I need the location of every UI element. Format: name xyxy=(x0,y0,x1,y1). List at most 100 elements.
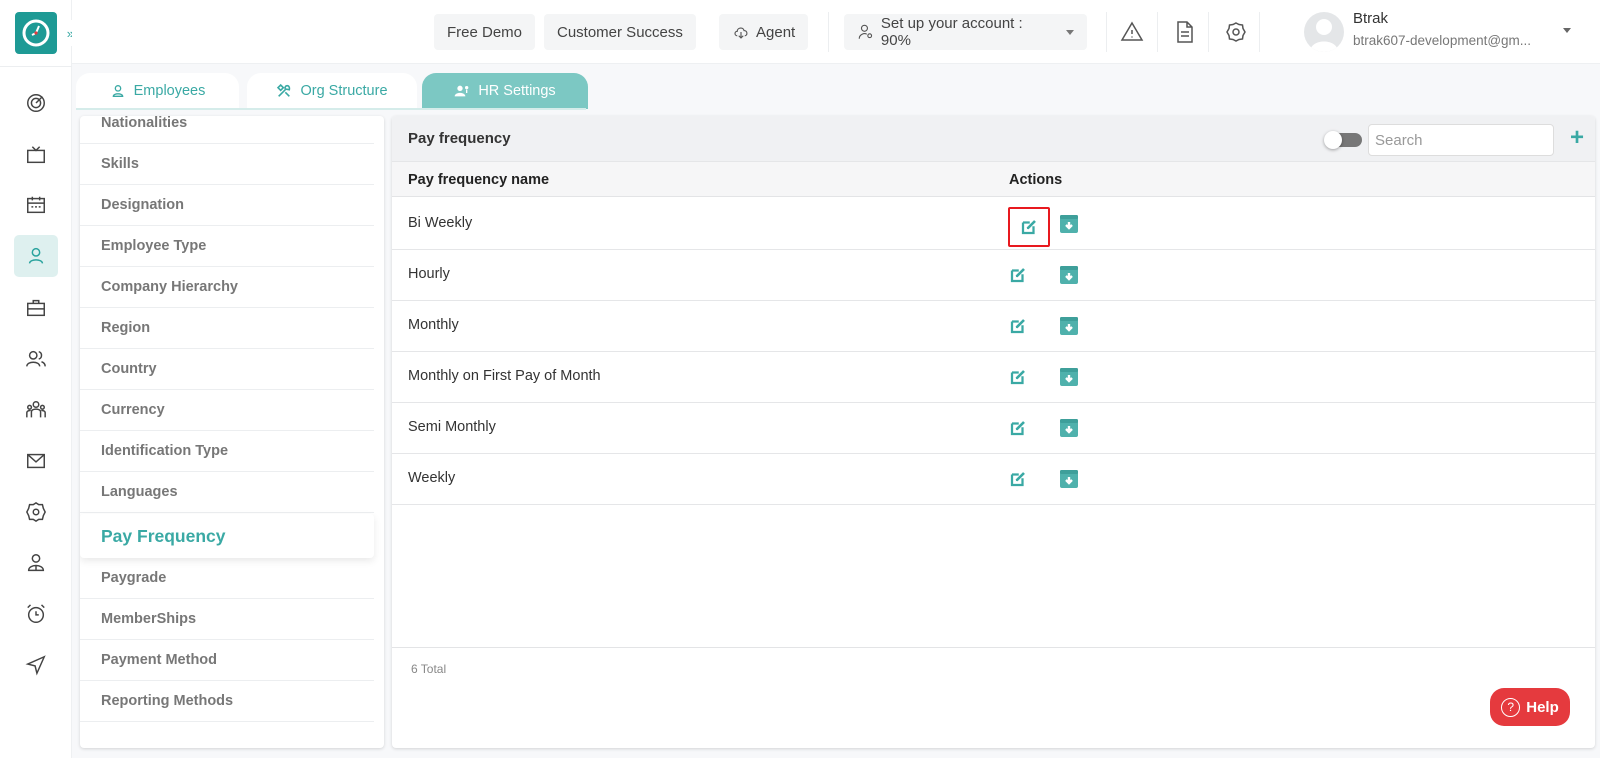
add-pay-frequency-button[interactable]: + xyxy=(1566,124,1588,151)
archive-button[interactable] xyxy=(1059,316,1079,336)
edit-icon xyxy=(1009,266,1027,284)
tv-icon xyxy=(27,146,45,164)
alerts-button[interactable] xyxy=(1120,20,1144,44)
column-header-name[interactable]: Pay frequency name xyxy=(408,172,549,188)
tab-hr-settings[interactable]: HR Settings xyxy=(422,73,588,109)
rail-item-briefcase[interactable] xyxy=(14,287,58,329)
edit-button[interactable] xyxy=(1007,264,1029,286)
toggle-knob xyxy=(1324,131,1342,149)
settings-button[interactable] xyxy=(1224,20,1248,44)
menu-item-pay-frequency[interactable]: Pay Frequency xyxy=(80,514,374,558)
mail-icon xyxy=(27,453,45,469)
rail-item-settings[interactable] xyxy=(14,491,58,533)
table-header: Pay frequency name Actions xyxy=(392,162,1595,197)
edit-icon xyxy=(1009,368,1027,386)
agent-button[interactable]: Agent xyxy=(719,14,809,50)
documents-button[interactable] xyxy=(1173,20,1197,44)
gear-icon xyxy=(1226,22,1246,42)
edit-button[interactable] xyxy=(1007,468,1029,490)
menu-item-identification-type[interactable]: Identification Type xyxy=(80,431,374,472)
panel-header: Pay frequency + xyxy=(392,116,1595,162)
edit-button[interactable] xyxy=(1007,417,1029,439)
menu-item-memberships[interactable]: MemberShips xyxy=(80,599,374,640)
rail-item-send[interactable] xyxy=(14,644,58,686)
rail-item-tv[interactable] xyxy=(14,134,58,176)
user-avatar[interactable] xyxy=(1304,12,1344,52)
app-logo[interactable] xyxy=(15,12,57,54)
top-header: Free Demo Customer Success Agent Set up … xyxy=(72,0,1600,64)
pay-frequency-name: Monthly on First Pay of Month xyxy=(408,368,601,384)
free-demo-button[interactable]: Free Demo xyxy=(434,14,536,50)
team-icon xyxy=(26,401,46,418)
menu-item-languages[interactable]: Languages xyxy=(80,472,374,513)
table-row: Monthly xyxy=(392,300,1595,352)
menu-item-region[interactable]: Region xyxy=(80,308,374,349)
header-divider xyxy=(828,12,829,52)
menu-item-designation[interactable]: Designation xyxy=(80,185,374,226)
hr-settings-menu: Nationalities Skills Designation Employe… xyxy=(80,116,384,748)
archive-button[interactable] xyxy=(1059,265,1079,285)
rail-item-profile[interactable] xyxy=(14,542,58,584)
help-label: Help xyxy=(1526,698,1559,716)
rail-item-mail[interactable] xyxy=(14,440,58,482)
archived-toggle[interactable] xyxy=(1324,131,1362,149)
document-icon xyxy=(1177,21,1193,43)
cloud-download-icon xyxy=(734,27,748,39)
users-icon xyxy=(26,350,46,367)
table-row: Semi Monthly xyxy=(392,402,1595,454)
table-row: Weekly xyxy=(392,453,1595,505)
header-divider xyxy=(1157,12,1158,52)
archive-button[interactable] xyxy=(1059,469,1079,489)
profile-icon xyxy=(27,554,45,572)
rail-item-alarm[interactable] xyxy=(14,593,58,635)
edit-button[interactable] xyxy=(1007,315,1029,337)
edit-icon xyxy=(1020,218,1038,236)
pay-frequency-name: Weekly xyxy=(408,470,456,486)
archive-icon xyxy=(1059,418,1079,438)
warning-icon xyxy=(1120,21,1144,41)
menu-item-paygrade[interactable]: Paygrade xyxy=(80,558,374,599)
rail-item-users[interactable] xyxy=(14,338,58,380)
archive-button[interactable] xyxy=(1059,418,1079,438)
table-row: Hourly xyxy=(392,249,1595,301)
rail-item-calendar[interactable] xyxy=(14,184,58,226)
search-input[interactable] xyxy=(1368,124,1554,156)
archive-icon xyxy=(1059,316,1079,336)
pay-frequency-panel: Pay frequency + Pay frequency name Actio… xyxy=(392,116,1595,748)
tab-employees[interactable]: Employees xyxy=(76,73,239,109)
user-icon xyxy=(112,85,123,97)
menu-item-employee-type[interactable]: Employee Type xyxy=(80,226,374,267)
dashboard-icon xyxy=(27,94,45,112)
send-icon xyxy=(25,655,46,676)
rail-item-team[interactable] xyxy=(14,389,58,431)
setup-account-dropdown[interactable]: Set up your account : 90% xyxy=(844,14,1087,50)
user-name: Btrak xyxy=(1353,10,1389,27)
help-button[interactable]: ? Help xyxy=(1490,688,1570,726)
briefcase-icon xyxy=(27,299,45,317)
menu-item-reporting-methods[interactable]: Reporting Methods xyxy=(80,681,374,722)
archive-button[interactable] xyxy=(1059,214,1079,234)
help-question-icon: ? xyxy=(1501,697,1521,717)
customer-success-button[interactable]: Customer Success xyxy=(544,14,696,50)
rail-item-employees[interactable] xyxy=(14,235,58,277)
edit-button[interactable] xyxy=(1007,366,1029,388)
menu-item-country[interactable]: Country xyxy=(80,349,374,390)
user-icon xyxy=(28,247,44,264)
column-header-actions: Actions xyxy=(1009,172,1063,188)
edit-icon xyxy=(1009,419,1027,437)
archive-button[interactable] xyxy=(1059,367,1079,387)
pay-frequency-name: Hourly xyxy=(408,266,450,282)
tab-org-structure[interactable]: Org Structure xyxy=(247,73,417,109)
edit-button[interactable] xyxy=(1008,207,1050,247)
setup-account-label: Set up your account : 90% xyxy=(880,15,1023,49)
menu-item-payment-method[interactable]: Payment Method xyxy=(80,640,374,681)
agent-label: Agent xyxy=(756,23,796,41)
clock-logo-icon xyxy=(22,19,50,47)
menu-item-nationalities[interactable]: Nationalities xyxy=(80,116,374,144)
menu-item-company-hierarchy[interactable]: Company Hierarchy xyxy=(80,267,374,308)
menu-item-currency[interactable]: Currency xyxy=(80,390,374,431)
user-menu-chevron-icon[interactable] xyxy=(1563,28,1571,33)
menu-item-skills[interactable]: Skills xyxy=(80,144,374,185)
pay-frequency-name: Monthly xyxy=(408,317,459,333)
rail-item-dashboard[interactable] xyxy=(14,82,58,124)
